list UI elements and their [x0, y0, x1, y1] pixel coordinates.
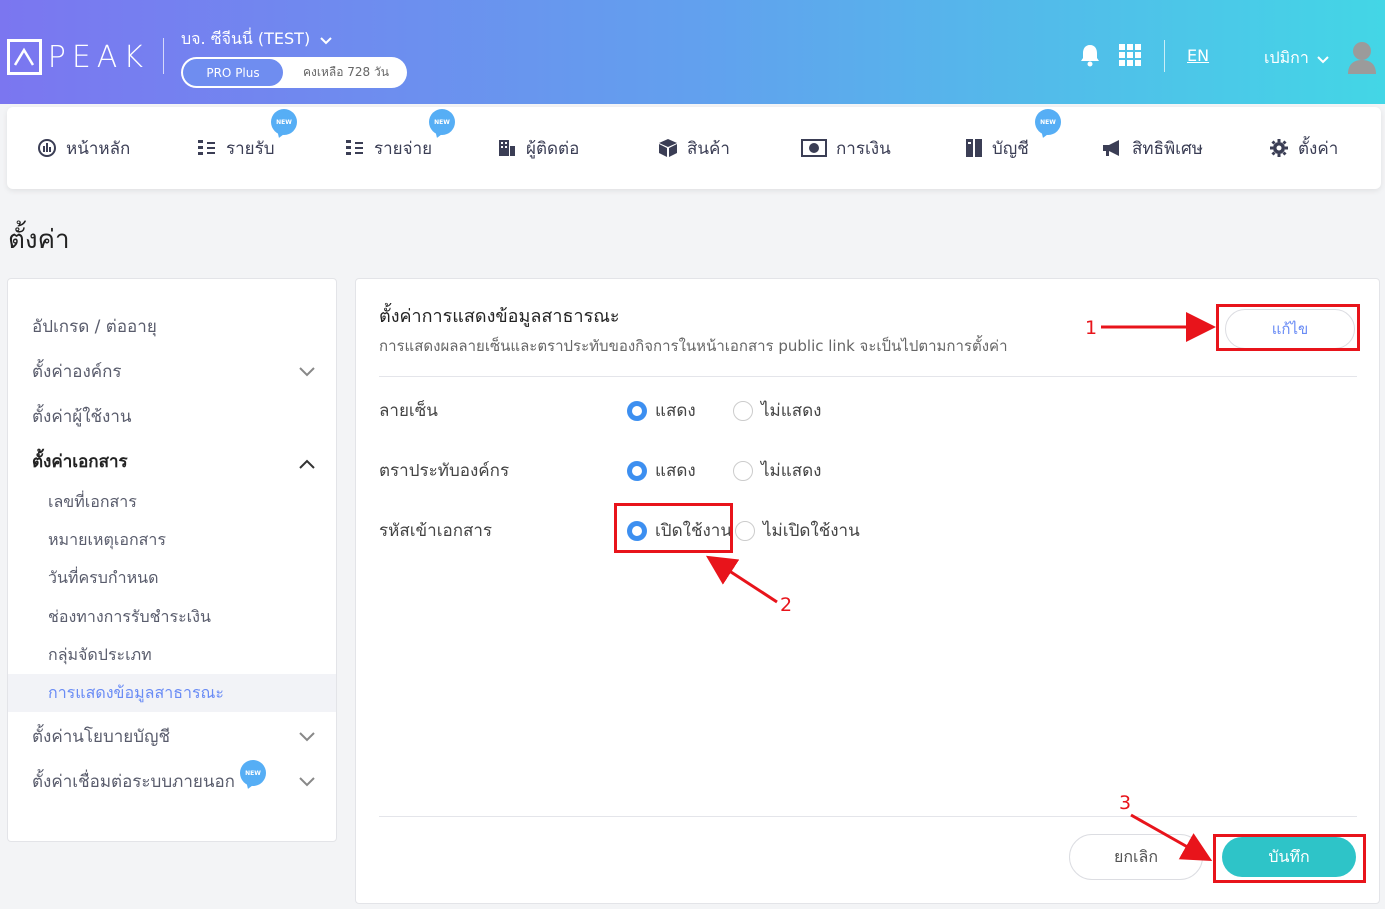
arrow-step-3	[1130, 813, 1213, 861]
annotation-arrows	[705, 312, 1216, 861]
annotation-number-2: 2	[780, 594, 793, 616]
annotation-number-3: 3	[1119, 792, 1132, 814]
annotation-number-1: 1	[1085, 317, 1098, 339]
arrow-step-2	[705, 555, 778, 604]
